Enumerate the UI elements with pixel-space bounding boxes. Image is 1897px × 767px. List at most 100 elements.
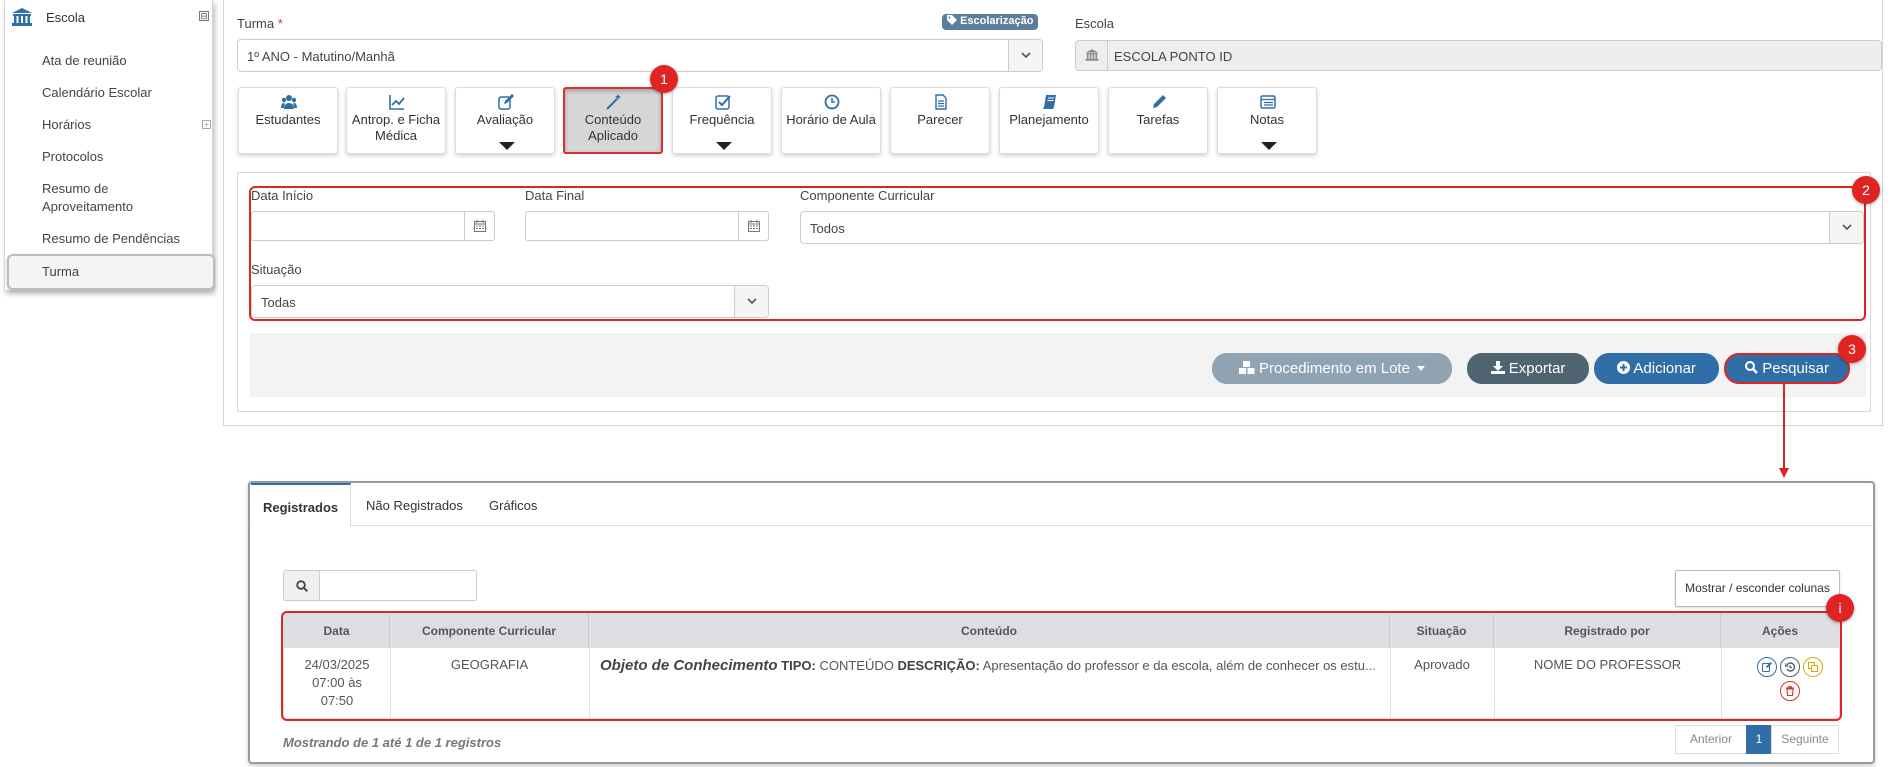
tab-registrados[interactable]: Registrados [251, 483, 351, 526]
button-label: Tarefas [1136, 112, 1180, 127]
sidebar-item-label: Turma [42, 264, 80, 279]
bank-icon [1076, 41, 1108, 70]
check-square-icon [715, 95, 731, 110]
table-search-input[interactable] [321, 571, 476, 600]
table-summary: Mostrando de 1 até 1 de 1 registros [283, 735, 502, 750]
notas-button[interactable]: Notas [1217, 87, 1317, 154]
sidebar-item-resumo-de-aproveitamento[interactable]: Resumo de Aproveitamento [42, 180, 152, 216]
tab-label: Registrados [263, 500, 339, 515]
table-highlight [281, 611, 1842, 721]
sidebar-item-protocolos[interactable]: Protocolos [42, 148, 103, 166]
data-final-label: Data Final [525, 188, 585, 203]
button-label: Exportar [1508, 360, 1566, 377]
search-icon [1745, 361, 1758, 374]
caret-down-icon [1261, 142, 1277, 150]
situacao-label: Situação [251, 262, 302, 277]
escola-label: Escola [1075, 16, 1115, 31]
marker-1: 1 [650, 65, 678, 93]
situacao-select[interactable]: Todas [251, 285, 769, 318]
pencil-icon [1153, 95, 1166, 108]
estudantes-button[interactable]: Estudantes [238, 87, 338, 154]
tag-icon [947, 15, 957, 25]
plus-circle-icon [1617, 361, 1631, 374]
button-label: Parecer [917, 112, 963, 127]
tag-label: Escolarização [960, 15, 1034, 27]
data-inicio-input[interactable] [251, 211, 495, 241]
button-label: Horário de Aula [786, 112, 876, 127]
conteudo-aplicado-button[interactable]: Conteúdo Aplicado [563, 87, 663, 154]
chevron-down-icon[interactable] [1008, 40, 1042, 71]
clock-icon [824, 94, 840, 110]
button-label: Notas [1250, 112, 1284, 127]
planejamento-button[interactable]: Planejamento [999, 87, 1099, 154]
escola-field: ESCOLA PONTO ID [1075, 40, 1882, 71]
tab-nao-registrados[interactable]: Não Registrados [366, 498, 463, 513]
file-icon [935, 94, 947, 110]
marker-2: 2 [1852, 176, 1880, 204]
adicionar-button[interactable]: Adicionar [1594, 353, 1719, 384]
download-icon [1490, 361, 1505, 374]
caret-down-icon [499, 142, 515, 150]
data-final-input[interactable] [525, 211, 769, 241]
pagination-page-1[interactable]: 1 [1746, 725, 1772, 754]
frequencia-button[interactable]: Frequência [672, 87, 772, 154]
expand-plus-icon[interactable]: + [202, 120, 211, 129]
sidebar-item-ata-de-reuniao[interactable]: Ata de reunião [42, 52, 127, 70]
pesquisar-button[interactable]: Pesquisar [1724, 353, 1850, 384]
marker-i: i [1826, 594, 1854, 622]
procedimento-em-lote-button[interactable]: Procedimento em Lote [1212, 353, 1452, 384]
componente-curricular-select[interactable]: Todos [800, 211, 1864, 244]
search-icon [284, 571, 320, 600]
button-label: Procedimento em Lote [1259, 360, 1410, 377]
exportar-button[interactable]: Exportar [1467, 353, 1589, 384]
turma-value: 1º ANO - Matutino/Manhã [247, 49, 395, 64]
button-label: Pesquisar [1762, 360, 1829, 377]
calendar-icon[interactable] [738, 212, 768, 240]
button-label: Adicionar [1633, 360, 1696, 377]
sidebar-item-turma[interactable]: Turma [7, 254, 215, 290]
turma-select[interactable]: 1º ANO - Matutino/Manhã [237, 39, 1043, 72]
bank-icon [11, 8, 33, 26]
toggle-columns-button[interactable]: Mostrar / esconder colunas [1675, 570, 1840, 607]
sidebar-header-escola[interactable]: Escola ⊟ [11, 8, 211, 30]
sidebar-item-resumo-de-pendencias[interactable]: Resumo de Pendências [42, 230, 180, 248]
button-label: Planejamento [1009, 112, 1089, 127]
tab-divider [250, 525, 1873, 526]
sidebar-item-horarios[interactable]: Horários + [42, 116, 217, 134]
button-label: Antrop. e Ficha Médica [351, 112, 441, 143]
calendar-icon[interactable] [464, 212, 494, 240]
button-label: Frequência [689, 112, 755, 127]
tarefas-button[interactable]: Tarefas [1108, 87, 1208, 154]
sidebar-item-calendario-escolar[interactable]: Calendário Escolar [42, 84, 152, 102]
book-icon [1043, 95, 1056, 109]
antrop-ficha-medica-button[interactable]: Antrop. e Ficha Médica [346, 87, 446, 154]
users-icon [281, 95, 297, 109]
list-icon [1260, 95, 1276, 109]
sidebar-item-label: Horários [42, 117, 92, 132]
horario-de-aula-button[interactable]: Horário de Aula [781, 87, 881, 154]
data-inicio-label: Data Início [251, 188, 314, 203]
cubes-icon [1238, 361, 1255, 374]
avaliacao-button[interactable]: Avaliação [455, 87, 555, 154]
connector-arrow [1779, 384, 1789, 478]
collapse-toggle-icon[interactable]: ⊟ [199, 11, 209, 21]
chevron-down-icon[interactable] [1829, 212, 1863, 243]
edit-icon [498, 94, 514, 110]
button-label: Estudantes [255, 112, 321, 127]
table-search[interactable] [283, 570, 477, 601]
line-chart-icon [389, 95, 405, 110]
escola-value: ESCOLA PONTO ID [1114, 49, 1233, 64]
results-panel: Registrados Não Registrados Gráficos Mos… [248, 481, 1875, 764]
caret-down-icon [1417, 366, 1426, 371]
button-label: Conteúdo Aplicado [584, 112, 642, 143]
pagination-next[interactable]: Seguinte [1771, 725, 1839, 754]
parecer-button[interactable]: Parecer [890, 87, 990, 154]
tab-graficos[interactable]: Gráficos [489, 498, 537, 513]
sidebar: Escola ⊟ Ata de reunião Calendário Escol… [4, 0, 215, 291]
magic-wand-icon [606, 94, 621, 110]
situacao-value: Todas [261, 295, 296, 310]
sidebar-header-label: Escola [46, 10, 86, 25]
componente-value: Todos [810, 221, 845, 236]
pagination-prev[interactable]: Anterior [1675, 725, 1747, 754]
chevron-down-icon[interactable] [734, 286, 768, 317]
